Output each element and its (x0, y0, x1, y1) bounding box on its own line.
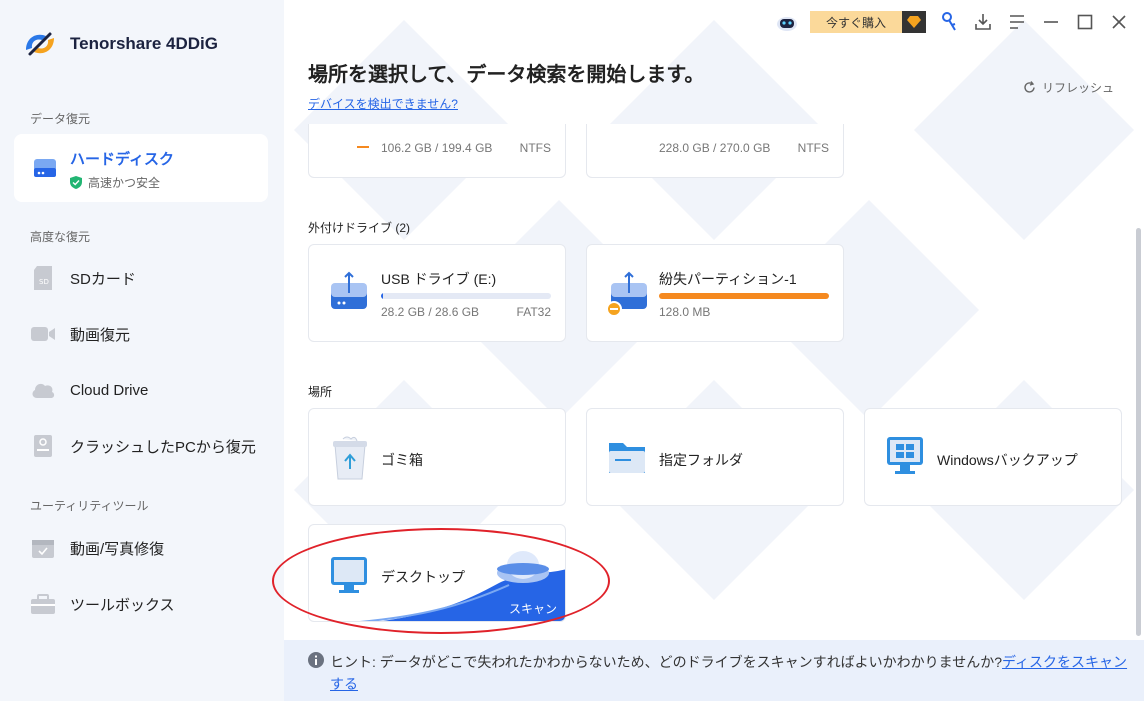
drive-size: 128.0 MB (659, 305, 711, 319)
location-card-desktop[interactable]: デスクトップ スキャン (308, 524, 566, 622)
folder-icon (609, 443, 645, 473)
lost-partition-icon (606, 271, 647, 317)
section-title-utility: ユーティリティツール (30, 499, 149, 513)
info-icon (308, 652, 324, 668)
sidebar-item-hard-disk[interactable]: ハードディスク 高速かつ安全 (14, 134, 268, 202)
drive-name: 紛失パーティション-1 (659, 271, 797, 287)
sidebar-item-video[interactable]: 動画復元 (30, 320, 130, 348)
menu-icon[interactable] (1006, 11, 1028, 33)
shield-check-icon (70, 176, 82, 189)
usb-drive-icon (331, 271, 367, 309)
refresh-label: リフレッシュ (1041, 81, 1114, 95)
svg-text:SD: SD (39, 278, 49, 286)
location-card-recycle-bin[interactable]: ゴミ箱 (308, 408, 566, 506)
hint-text: ヒント: データがどこで失われたかわからないため、どのドライブをスキャンすればよ… (330, 651, 1130, 695)
drive-size: 228.0 GB / 270.0 GB (659, 141, 771, 155)
drive-name: USB ドライブ (E:) (381, 271, 497, 287)
sidebar-item-label: Cloud Drive (70, 381, 149, 399)
section-title-advanced: 高度な復元 (30, 230, 91, 244)
usage-bar-fill (381, 293, 383, 299)
sidebar-item-toolbox[interactable]: ツールボックス (30, 590, 175, 618)
title-bar: 今すぐ購入 (764, 10, 1130, 34)
key-icon[interactable] (938, 11, 960, 33)
sidebar-item-label: ハードディスク (70, 151, 174, 168)
drive-filesystem: FAT32 (516, 305, 551, 319)
vertical-scrollbar[interactable] (1136, 228, 1141, 636)
app-logo: Tenorshare 4DDiG (22, 28, 218, 60)
page-title: 場所を選択して、データ検索を開始します。 (308, 64, 705, 86)
external-drives-title: 外付けドライブ (2) (308, 221, 411, 235)
hard-disk-icon (34, 159, 56, 177)
crashed-pc-icon (30, 433, 56, 459)
main-panel: 今すぐ購入 場所を選択して、データ検索を開始します。 デバイスを検出できません?… (284, 0, 1144, 701)
location-name: デスクトップ (381, 569, 465, 585)
section-title-recovery: データ復元 (30, 112, 91, 126)
sidebar-item-label: クラッシュしたPCから復元 (70, 438, 256, 456)
location-card-folder[interactable]: 指定フォルダ (586, 408, 844, 506)
download-icon[interactable] (972, 11, 994, 33)
windows-backup-icon (887, 437, 923, 474)
photo-repair-icon (30, 535, 56, 561)
maximize-icon[interactable] (1074, 11, 1096, 33)
hint-bar: ヒント: データがどこで失われたかわからないため、どのドライブをスキャンすればよ… (284, 640, 1144, 701)
app-name: Tenorshare 4DDiG (70, 34, 219, 53)
recycle-bin-icon (333, 436, 367, 480)
sidebar-item-label: SDカード (70, 270, 136, 288)
toolbox-icon (30, 591, 56, 617)
sidebar-item-sd-card[interactable]: SD SDカード (30, 264, 136, 292)
sidebar: Tenorshare 4DDiG データ復元 ハードディスク 高速かつ安全 高度… (0, 0, 284, 701)
sidebar-item-crashed-pc[interactable]: クラッシュしたPCから復元 (30, 432, 256, 460)
minimize-icon[interactable] (1040, 11, 1062, 33)
safe-caption: 高速かつ安全 (70, 174, 160, 191)
usage-indicator (357, 146, 369, 148)
drive-filesystem: NTFS (797, 141, 829, 155)
cloud-icon (30, 377, 56, 403)
desktop-monitor-icon (331, 557, 367, 593)
buy-now-label: 今すぐ購入 (826, 15, 887, 30)
location-card-windows-backup[interactable]: Windowsバックアップ (864, 408, 1122, 506)
buy-now-button[interactable]: 今すぐ購入 (810, 11, 926, 33)
location-name: ゴミ箱 (381, 452, 423, 468)
sidebar-item-repair[interactable]: 動画/写真修復 (30, 534, 164, 562)
diamond-icon (902, 11, 926, 33)
refresh-icon (1024, 81, 1035, 93)
close-icon[interactable] (1108, 11, 1130, 33)
refresh-button[interactable]: リフレッシュ (1023, 79, 1114, 96)
sd-card-icon: SD (30, 265, 56, 291)
scan-button[interactable]: スキャン (509, 600, 557, 617)
drive-list: 106.2 GB / 199.4 GB NTFS 228.0 GB / 270.… (284, 124, 1144, 640)
usage-bar (381, 293, 551, 299)
video-camera-icon (30, 321, 56, 347)
locations-title: 場所 (308, 385, 333, 399)
drive-size: 106.2 GB / 199.4 GB (381, 141, 493, 155)
sidebar-item-label: 動画/写真修復 (70, 540, 165, 558)
drive-card-usb[interactable]: USB ドライブ (E:) 28.2 GB / 28.6 GB FAT32 (308, 244, 566, 342)
drive-card-partial-1[interactable]: 106.2 GB / 199.4 GB NTFS (308, 124, 566, 178)
drive-filesystem: NTFS (519, 141, 551, 155)
location-name: Windowsバックアップ (937, 452, 1078, 468)
drive-card-partial-2[interactable]: 228.0 GB / 270.0 GB NTFS (586, 124, 844, 178)
location-name: 指定フォルダ (659, 452, 743, 468)
assistant-robot-icon[interactable] (776, 11, 798, 33)
sidebar-item-label: ツールボックス (70, 596, 175, 614)
sidebar-item-label: 動画復元 (70, 326, 131, 344)
hint-message: ヒント: データがどこで失われたかわからないため、どのドライブをスキャンすればよ… (330, 654, 1003, 670)
safe-caption-text: 高速かつ安全 (88, 176, 161, 190)
usage-bar-fill (659, 293, 829, 299)
tenorshare-logo-icon (26, 32, 54, 56)
drive-card-lost-partition[interactable]: 紛失パーティション-1 128.0 MB (586, 244, 844, 342)
sidebar-item-cloud-drive[interactable]: Cloud Drive (30, 376, 148, 404)
cannot-detect-device-link[interactable]: デバイスを検出できません? (308, 95, 458, 112)
usage-bar (659, 293, 829, 299)
drive-size: 28.2 GB / 28.6 GB (381, 305, 480, 319)
